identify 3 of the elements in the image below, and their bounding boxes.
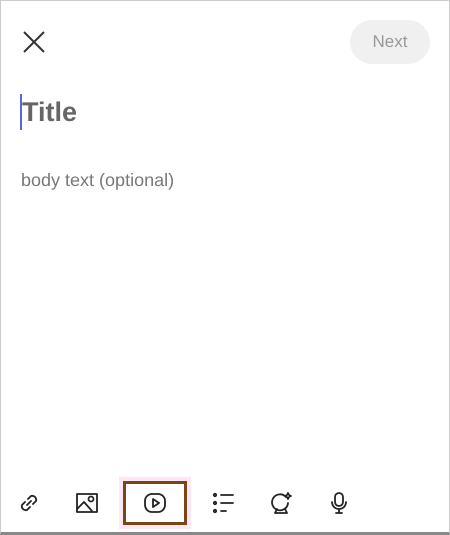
title-field[interactable]: Title <box>22 96 322 128</box>
body-field[interactable]: body text (optional) <box>21 170 321 191</box>
close-button[interactable] <box>21 29 47 55</box>
